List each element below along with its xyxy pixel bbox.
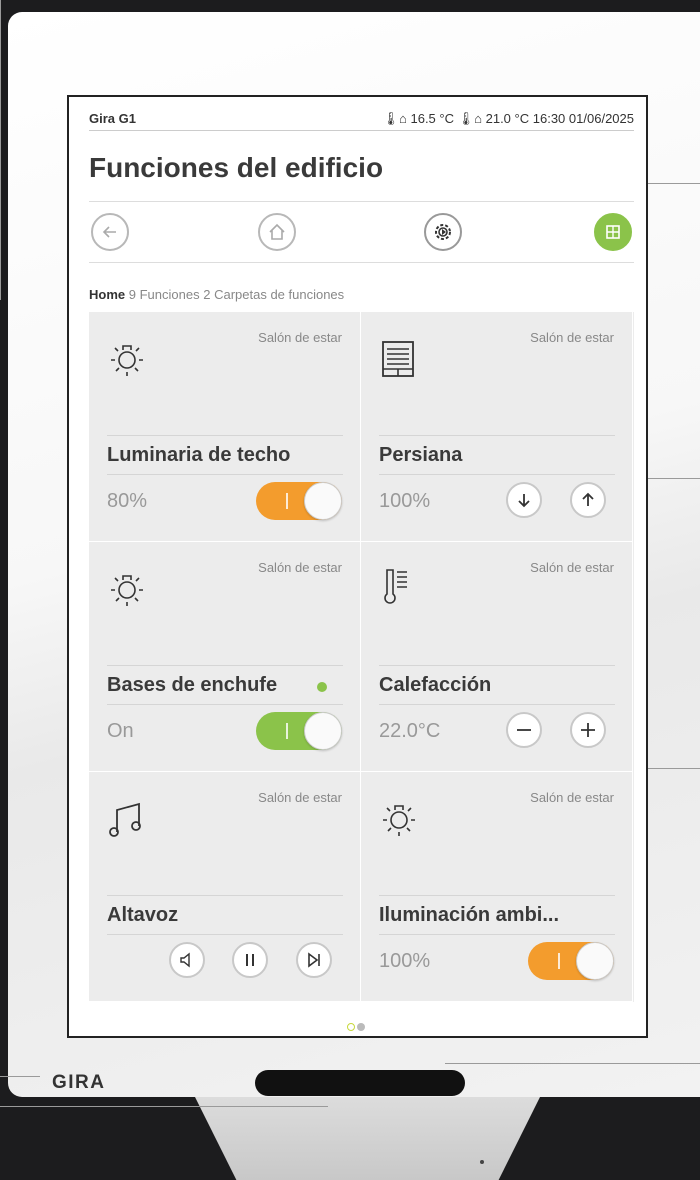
arrow-left-icon (102, 226, 116, 238)
tile-ceiling-light[interactable]: Salón de estar Luminaria de techo 80% (89, 312, 361, 542)
guide-line (0, 1106, 328, 1107)
settings-button[interactable] (424, 213, 462, 251)
status-led (317, 682, 327, 692)
tile-name: Calefacción (379, 665, 615, 705)
tile-room: Salón de estar (530, 560, 614, 575)
functions-label: Funciones (139, 287, 200, 302)
indoor-temp: 21.0 °C (485, 111, 530, 126)
guide-line (445, 1063, 700, 1064)
arrow-down-icon (518, 494, 530, 508)
tile-value: 100% (379, 490, 431, 512)
page-dot[interactable] (357, 1023, 365, 1031)
outdoor-thermometer-icon: 🌡⌂ (382, 111, 407, 126)
proximity-sensor (255, 1070, 465, 1096)
touch-screen: Gira G1 🌡⌂ 16.5 °C 🌡⌂ 21.0 °C 16:30 01/0… (67, 95, 648, 1038)
functions-count: 9 (128, 287, 136, 302)
light-bulb-icon (383, 805, 415, 836)
gear-icon (435, 224, 451, 240)
guide-line (0, 0, 1, 300)
tile-sockets[interactable]: Salón de estar Bases de enchufe On (89, 542, 361, 772)
indoor-thermometer-icon: 🌡⌂ (457, 111, 482, 126)
toggle-knob (304, 712, 342, 750)
page-indicator[interactable] (347, 1018, 367, 1036)
plus-icon (581, 723, 595, 737)
guide-line (0, 1076, 40, 1077)
blind-up-button[interactable] (570, 482, 606, 518)
toggle-knob (576, 942, 614, 980)
tile-room: Salón de estar (258, 790, 342, 805)
ambient-toggle-switch[interactable] (528, 942, 614, 980)
pause-icon (246, 954, 254, 966)
tile-blind[interactable]: Salón de estar Persiana 100% (361, 312, 633, 542)
skip-next-icon (308, 952, 320, 968)
outdoor-temp: 16.5 °C (410, 111, 454, 126)
socket-toggle-switch[interactable] (256, 712, 342, 750)
music-note-icon (109, 802, 141, 837)
status-readout: 🌡⌂ 16.5 °C 🌡⌂ 21.0 °C 16:30 01/06/2025 (383, 111, 635, 127)
tile-heating[interactable]: Salón de estar Calefacción 22.0°C (361, 542, 633, 772)
function-tile-grid: Salón de estar Luminaria de techo 80% Sa… (89, 312, 634, 1002)
device-stand (195, 1097, 540, 1180)
breadcrumb: Home 9 Funciones 2 Carpetas de funciones (89, 287, 344, 302)
mute-button[interactable] (169, 942, 205, 978)
tile-ambient-light[interactable]: Salón de estar Iluminación ambi... 100% (361, 772, 633, 1002)
light-bulb-icon (111, 345, 143, 376)
tile-name: Altavoz (107, 895, 343, 935)
guide-line (648, 183, 700, 184)
light-toggle-switch[interactable] (256, 482, 342, 520)
tile-value: 100% (379, 950, 431, 972)
tile-name: Persiana (379, 435, 615, 475)
back-button[interactable] (91, 213, 129, 251)
folders-label: Carpetas de funciones (214, 287, 345, 302)
tile-name: Bases de enchufe (107, 665, 343, 705)
tile-room: Salón de estar (530, 330, 614, 345)
clock-date: 01/06/2025 (568, 111, 634, 126)
tile-value: 80% (107, 490, 148, 512)
clock-time: 16:30 (532, 111, 566, 126)
next-track-button[interactable] (296, 942, 332, 978)
light-bulb-icon (111, 575, 143, 606)
toggle-knob (304, 482, 342, 520)
page-dot-active[interactable] (347, 1023, 355, 1031)
home-button[interactable] (258, 213, 296, 251)
tile-value: 22.0°C (379, 720, 441, 742)
status-bar: Gira G1 🌡⌂ 16.5 °C 🌡⌂ 21.0 °C 16:30 01/0… (89, 109, 634, 131)
toolbar (89, 201, 634, 263)
grid-icon (606, 225, 620, 239)
minus-icon (517, 729, 531, 731)
blind-icon (382, 341, 414, 377)
tile-name: Luminaria de techo (107, 435, 343, 475)
page-title: Funciones del edificio (89, 152, 384, 183)
speaker-icon (180, 952, 190, 968)
device-name: Gira G1 (89, 111, 136, 126)
tile-room: Salón de estar (258, 560, 342, 575)
brand-logo: GIRA (52, 1072, 106, 1093)
pause-button[interactable] (232, 942, 268, 978)
temp-decrease-button[interactable] (506, 712, 542, 748)
tile-name: Iluminación ambi... (379, 895, 615, 935)
folders-count: 2 (203, 287, 211, 302)
stand-screw (480, 1160, 484, 1164)
tile-value: On (107, 720, 134, 742)
tile-speaker[interactable]: Salón de estar Altavoz (89, 772, 361, 1002)
arrow-up-icon (582, 492, 594, 506)
house-icon (269, 223, 285, 240)
breadcrumb-home[interactable]: Home (89, 287, 125, 302)
tile-room: Salón de estar (258, 330, 342, 345)
temp-increase-button[interactable] (570, 712, 606, 748)
blind-down-button[interactable] (506, 482, 542, 518)
grid-view-button[interactable] (594, 213, 632, 251)
tile-room: Salón de estar (530, 790, 614, 805)
thermometer-icon (384, 569, 407, 604)
